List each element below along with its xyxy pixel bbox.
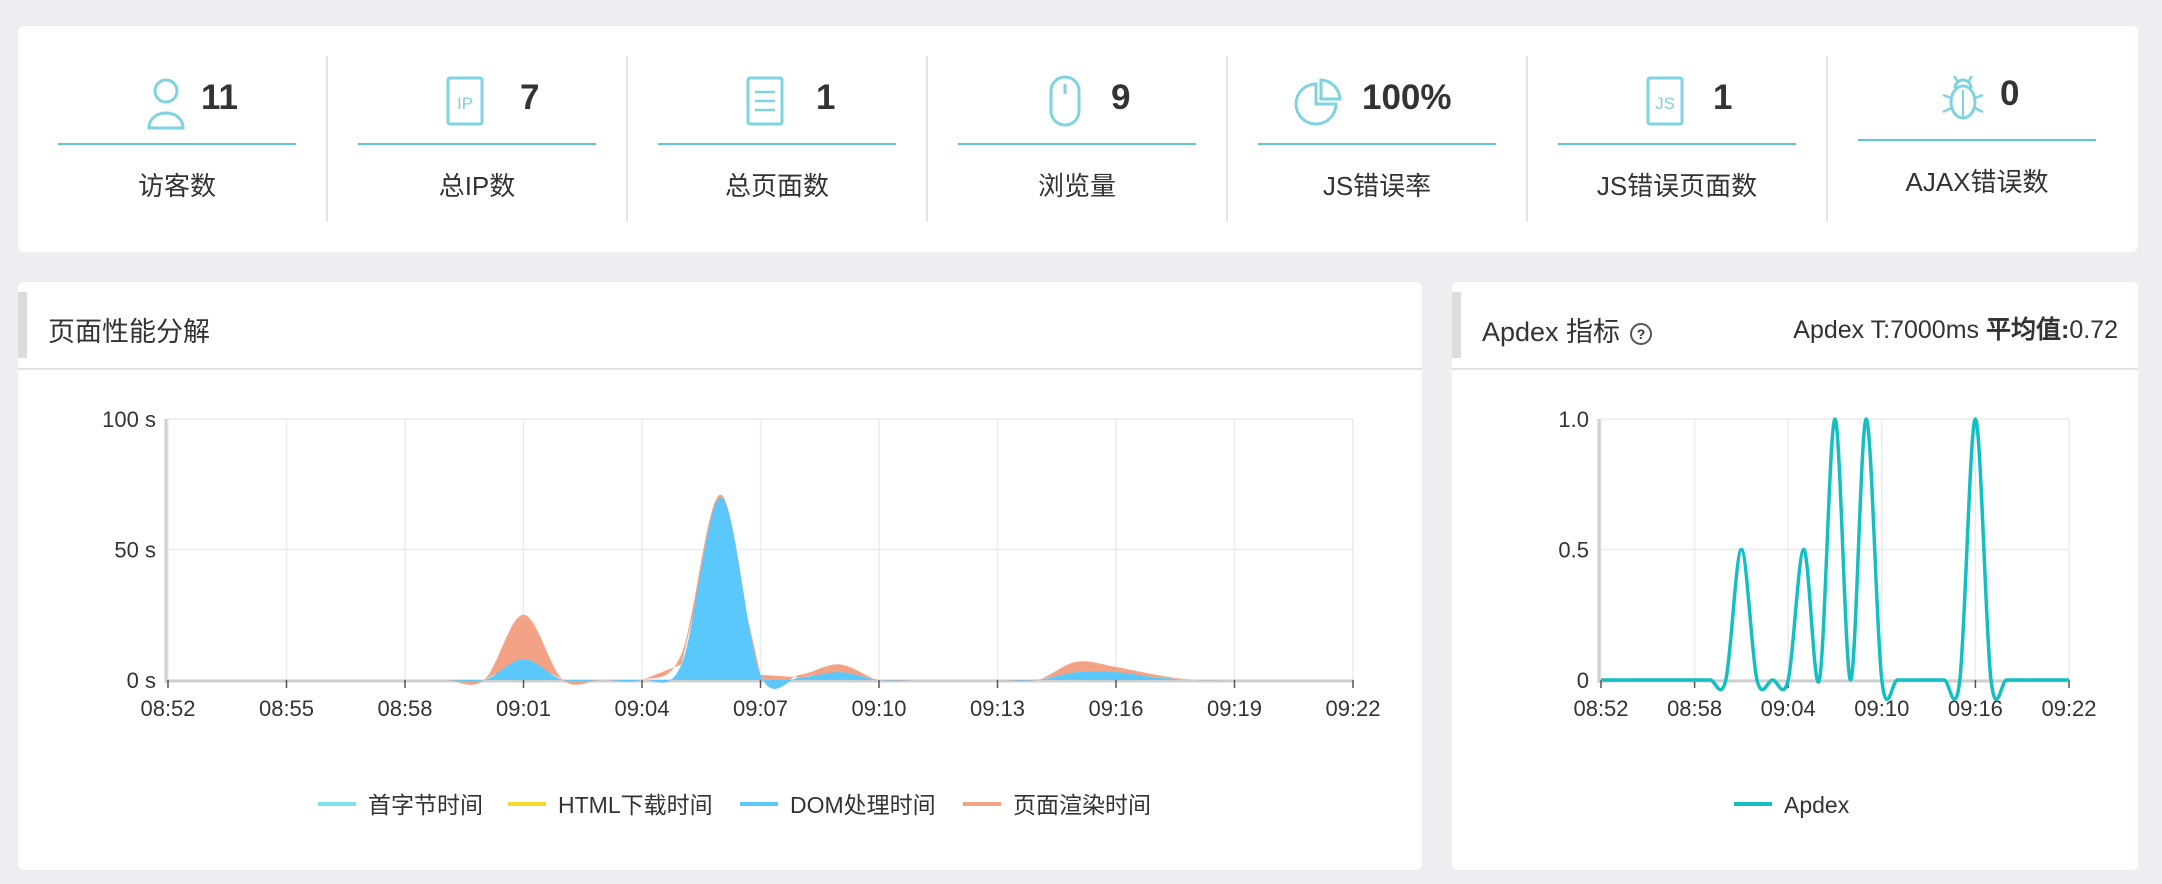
x-tick-label: 09:13 <box>970 696 1025 721</box>
stat-value: 1 <box>816 78 836 117</box>
stat-value: 11 <box>201 78 238 117</box>
stat-underline <box>958 143 1196 145</box>
stat-value: 0 <box>2000 74 2020 113</box>
x-tick-label: 08:58 <box>1667 696 1722 721</box>
legend-label: HTML下载时间 <box>558 792 713 818</box>
apdex-panel: Apdex 指标? Apdex T:7000ms 平均值:0.72 0 0.5 1.… <box>1452 282 2138 870</box>
stat-pageviews: 9 浏览量 <box>928 26 1228 252</box>
line-series <box>1601 417 2069 701</box>
x-tick-label: 08:58 <box>377 696 432 721</box>
stat-underline <box>358 143 596 145</box>
y-tick-label: 0 s <box>127 668 156 693</box>
legend-label: 页面渲染时间 <box>1013 792 1151 818</box>
stat-label: JS错误率 <box>1322 171 1432 201</box>
stat-value: 7 <box>520 78 540 117</box>
mouse-icon <box>1049 75 1081 127</box>
ip-icon: IP <box>446 76 484 126</box>
y-tick-label: 50 s <box>114 538 156 563</box>
stat-label: JS错误页面数 <box>1596 171 1758 201</box>
stat-visitors: 11 访客数 <box>28 26 328 252</box>
x-tick-label: 08:52 <box>140 696 195 721</box>
x-tick-label: 09:01 <box>496 696 551 721</box>
js-icon: JS <box>1646 76 1684 126</box>
legend-label: Apdex <box>1784 792 1850 818</box>
stat-ip: IP 7 总IP数 <box>328 26 628 252</box>
svg-text:IP: IP <box>457 94 473 113</box>
y-tick-label: 0 <box>1577 668 1589 693</box>
stat-label: AJAX错误数 <box>1905 167 2049 197</box>
x-tick-label: 09:19 <box>1207 696 1262 721</box>
x-tick-label: 09:04 <box>614 696 669 721</box>
x-tick-label: 09:04 <box>1761 696 1816 721</box>
stat-label: 浏览量 <box>1037 171 1116 201</box>
stat-label: 访客数 <box>137 171 216 201</box>
stat-js-error-rate: 100% JS错误率 <box>1228 26 1528 252</box>
stat-underline <box>658 143 896 145</box>
stat-value: 100% <box>1362 78 1452 117</box>
x-tick-label: 08:52 <box>1573 696 1628 721</box>
x-tick-label: 09:10 <box>851 696 906 721</box>
apdex-chart: 00.51.008:52 08:58 09:04 09:10 09:16 09:22Apd… <box>1558 407 2096 818</box>
y-tick-label: 0.5 <box>1558 538 1589 563</box>
visitor-icon <box>147 78 185 130</box>
bug-icon <box>1942 75 1984 120</box>
stat-label: 总页面数 <box>724 171 829 201</box>
x-tick-label: 08:55 <box>259 696 314 721</box>
stat-js-error-pages: JS 1 JS错误页面数 <box>1528 26 1828 252</box>
stat-underline <box>1858 139 2096 141</box>
stat-underline <box>58 143 296 145</box>
stat-value: 9 <box>1111 78 1131 117</box>
x-tick-label: 09:22 <box>2041 696 2096 721</box>
x-tick-label: 09:22 <box>1325 696 1380 721</box>
pie-icon <box>1294 78 1342 126</box>
y-tick-label: 1.0 <box>1558 407 1589 432</box>
perf-panel: 页面性能分解 0 s 50 s 100 s 08:52 08:55 08:58 09:01 0… <box>18 282 1422 870</box>
y-tick-label: 100 s <box>102 407 156 432</box>
svg-text:JS: JS <box>1655 94 1675 113</box>
perf-chart: 0 s 50 s 100 s 08:52 08:55 08:58 09:01 09:04 09:… <box>102 407 1380 818</box>
stat-label: 总IP数 <box>438 171 516 201</box>
page-icon <box>746 76 784 126</box>
x-tick-label: 09:16 <box>1088 696 1143 721</box>
stat-value: 1 <box>1713 78 1733 117</box>
x-tick-label: 09:10 <box>1854 696 1909 721</box>
legend-label: 首字节时间 <box>368 792 483 818</box>
stats-card: 11 访客数 IP 7 总IP数 1 总页面数 9 浏览量 100% JS错误率… <box>18 26 2138 252</box>
stat-underline <box>1258 143 1496 145</box>
legend-label: DOM处理时间 <box>790 792 936 818</box>
x-tick-label: 09:07 <box>733 696 788 721</box>
stat-ajax-errors: 0 AJAX错误数 <box>1828 26 2128 252</box>
stat-pages: 1 总页面数 <box>628 26 928 252</box>
stat-underline <box>1558 143 1796 145</box>
